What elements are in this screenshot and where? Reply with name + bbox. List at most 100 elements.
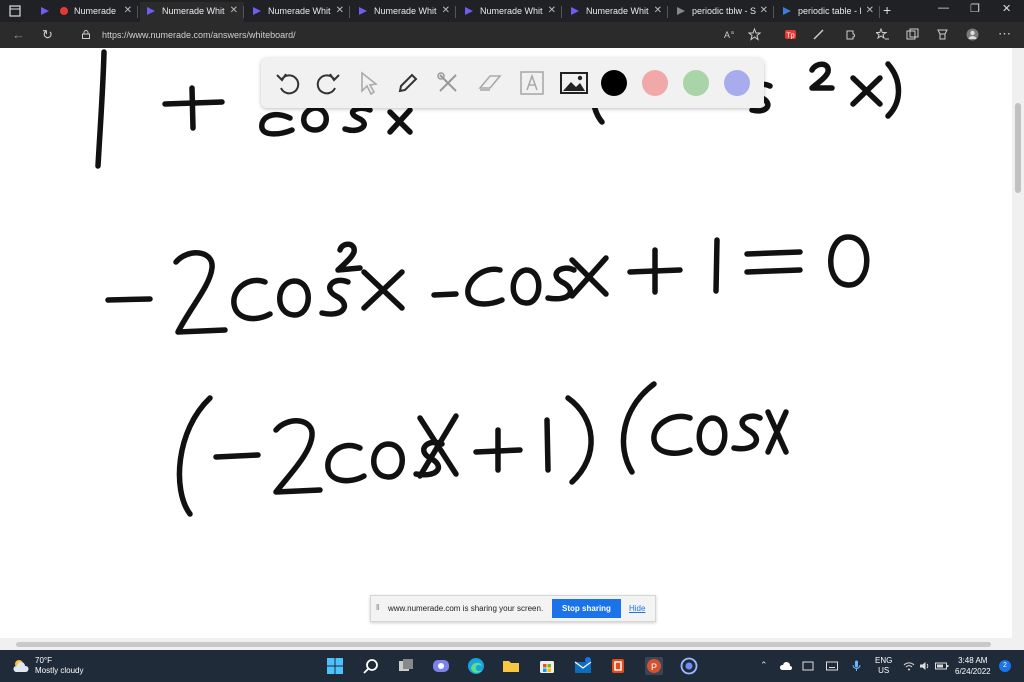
pointer-icon[interactable] xyxy=(353,68,383,98)
pen-icon[interactable] xyxy=(393,68,423,98)
text-icon[interactable] xyxy=(517,68,547,98)
performance-icon[interactable] xyxy=(936,28,949,41)
collections-icon[interactable] xyxy=(906,28,919,41)
tab-close-icon[interactable]: ✕ xyxy=(336,2,344,20)
color-black-swatch[interactable] xyxy=(601,70,627,96)
color-green-swatch[interactable] xyxy=(683,70,709,96)
numerade-favicon-icon xyxy=(147,7,155,15)
task-view-icon[interactable] xyxy=(397,657,415,675)
tab-label: Numerade Whit xyxy=(586,6,649,16)
numerade-favicon-icon xyxy=(677,7,685,15)
url-text: https://www.numerade.com/answers/whitebo… xyxy=(102,30,296,40)
tab-close-icon[interactable]: ✕ xyxy=(442,2,450,20)
extension-pen-icon[interactable] xyxy=(812,28,825,41)
tab-close-icon[interactable]: ✕ xyxy=(548,2,556,20)
svg-text:a: a xyxy=(731,30,734,36)
browser-tab[interactable]: Numerade Whit ✕ xyxy=(564,2,668,22)
color-purple-swatch[interactable] xyxy=(724,70,750,96)
microphone-icon[interactable] xyxy=(852,660,861,672)
browser-tab[interactable]: periodic table - l ✕ xyxy=(776,2,880,22)
restore-button[interactable]: ❐ xyxy=(970,2,980,15)
numerade-favicon-icon xyxy=(41,7,49,15)
back-button[interactable]: ← xyxy=(12,27,25,42)
wifi-icon[interactable] xyxy=(903,661,915,671)
powerpoint-icon[interactable]: P xyxy=(645,657,663,675)
window-menu-icon[interactable] xyxy=(8,4,22,18)
read-aloud-icon[interactable]: Aa xyxy=(724,28,737,41)
new-tab-button[interactable]: + xyxy=(883,2,891,18)
browser-tab[interactable]: Numerade Whit ✕ xyxy=(352,2,456,22)
edge-browser-icon[interactable] xyxy=(467,657,485,675)
store-icon[interactable] xyxy=(538,657,556,675)
close-window-button[interactable]: ✕ xyxy=(1002,2,1011,15)
windows-taskbar: 70°F Mostly cloudy P ⌃ ENG US 3:48 AM 6/… xyxy=(0,650,1024,682)
horizontal-scrollbar[interactable] xyxy=(0,638,1024,650)
clock[interactable]: 3:48 AM 6/24/2022 xyxy=(955,655,991,677)
file-explorer-icon[interactable] xyxy=(502,657,520,675)
browser-tab[interactable]: Numerade Whit ✕ xyxy=(458,2,562,22)
undo-icon[interactable] xyxy=(273,68,303,98)
svg-text:P: P xyxy=(651,662,657,672)
tab-separator xyxy=(667,6,668,18)
favorite-star-icon[interactable] xyxy=(748,28,761,41)
chat-teams-icon[interactable] xyxy=(432,657,450,675)
favorites-icon[interactable] xyxy=(876,28,889,41)
extensions-icon[interactable] xyxy=(844,28,857,41)
tray-overflow-icon[interactable]: ⌃ xyxy=(760,660,768,671)
browser-tab[interactable]: Numerade ✕ xyxy=(34,2,138,22)
whiteboard-canvas[interactable] xyxy=(0,48,1012,638)
browser-tab[interactable]: periodic tblw - S ✕ xyxy=(670,2,774,22)
profile-avatar-icon[interactable] xyxy=(966,28,979,41)
svg-text:A: A xyxy=(724,30,730,40)
tab-label: periodic tblw - S xyxy=(692,6,757,16)
color-pink-swatch[interactable] xyxy=(642,70,668,96)
tab-close-icon[interactable]: ✕ xyxy=(866,2,874,20)
notification-badge[interactable]: 2 xyxy=(999,660,1011,672)
weather-temp: 70°F xyxy=(35,656,52,665)
start-windows-icon[interactable] xyxy=(326,657,344,675)
tab-separator xyxy=(243,6,244,18)
hide-link[interactable]: Hide xyxy=(629,604,645,613)
recording-dot-icon xyxy=(60,7,68,15)
volume-icon[interactable] xyxy=(919,661,931,671)
minimize-button[interactable]: — xyxy=(938,2,949,14)
language-indicator[interactable]: ENG US xyxy=(875,656,892,676)
tools-icon[interactable] xyxy=(433,68,463,98)
mail-icon[interactable] xyxy=(574,657,592,675)
reload-button[interactable]: ↻ xyxy=(42,27,53,43)
tab-label: periodic table - l xyxy=(798,6,862,16)
tab-separator xyxy=(879,6,880,18)
vertical-scroll-thumb[interactable] xyxy=(1015,103,1021,193)
whiteboard-toolbar xyxy=(261,58,764,108)
keyboard-icon[interactable] xyxy=(826,661,838,671)
horizontal-scroll-thumb[interactable] xyxy=(16,642,991,647)
app-icon[interactable] xyxy=(680,657,698,675)
extension-red-icon[interactable]: Tp xyxy=(784,28,797,41)
redo-icon[interactable] xyxy=(313,68,343,98)
handwriting-ink xyxy=(95,49,902,517)
tab-close-icon[interactable]: ✕ xyxy=(760,2,768,20)
eraser-icon[interactable] xyxy=(475,68,505,98)
tab-close-icon[interactable]: ✕ xyxy=(654,2,662,20)
url-field[interactable]: https://www.numerade.com/answers/whitebo… xyxy=(82,26,768,44)
weather-cloud-sun-icon[interactable] xyxy=(11,658,31,674)
drag-handle-icon[interactable]: ‖ xyxy=(376,603,379,612)
weather-widget[interactable]: 70°F Mostly cloudy xyxy=(35,656,83,676)
vertical-scrollbar[interactable] xyxy=(1012,48,1024,638)
browser-tab[interactable]: Numerade Whit ✕ xyxy=(140,2,244,22)
search-icon[interactable] xyxy=(362,657,380,675)
stop-sharing-button[interactable]: Stop sharing xyxy=(552,599,621,618)
tab-separator xyxy=(349,6,350,18)
lock-icon xyxy=(82,30,90,39)
display-icon[interactable] xyxy=(802,661,814,671)
browser-tab[interactable]: Numerade Whit ✕ xyxy=(246,2,350,22)
settings-more-icon[interactable]: ⋯ xyxy=(998,26,1011,41)
office-icon[interactable] xyxy=(609,657,627,675)
lang-bottom: US xyxy=(878,666,890,675)
battery-icon[interactable] xyxy=(935,661,949,671)
image-icon[interactable] xyxy=(559,68,589,98)
tab-close-icon[interactable]: ✕ xyxy=(230,2,238,20)
tab-close-icon[interactable]: ✕ xyxy=(124,2,132,20)
onedrive-cloud-icon[interactable] xyxy=(780,661,792,671)
bing-favicon-icon xyxy=(783,7,791,15)
